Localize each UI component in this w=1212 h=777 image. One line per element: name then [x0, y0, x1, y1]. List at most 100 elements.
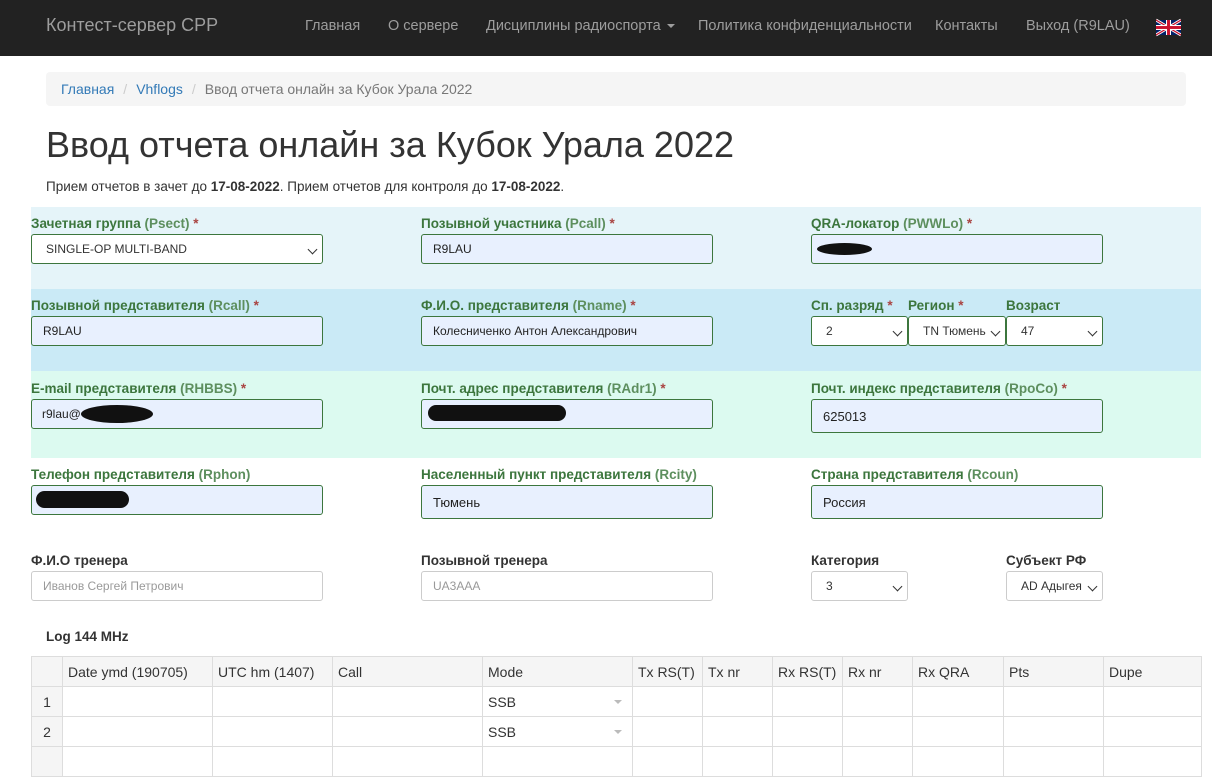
rx-rst-cell[interactable] — [772, 716, 843, 747]
select-value: SINGLE-OP MULTI-BAND — [46, 242, 187, 256]
col-header: Dupe — [1103, 656, 1202, 687]
label-text: Позывной представителя — [31, 298, 209, 313]
rcoun-input[interactable]: Россия — [811, 485, 1103, 519]
date-cell[interactable] — [62, 716, 213, 747]
brand-link[interactable]: Контест-сервер СРР — [46, 15, 218, 36]
label-text: QRA-локатор — [811, 216, 904, 231]
nav-logout[interactable]: Выход (R9LAU) — [1026, 18, 1130, 34]
rx-nr-cell[interactable] — [842, 746, 913, 777]
row-number: 1 — [31, 686, 63, 717]
rcall-input[interactable]: R9LAU — [31, 316, 323, 346]
label-text: Почт. адрес представителя — [421, 381, 608, 396]
tx-rst-cell[interactable] — [632, 686, 703, 717]
call-cell[interactable] — [332, 716, 483, 747]
tx-rst-cell[interactable] — [632, 746, 703, 777]
coach-call-input[interactable]: UA3AAA — [421, 571, 713, 601]
mode-cell[interactable]: SSB — [482, 716, 633, 747]
pts-cell[interactable] — [1003, 716, 1104, 747]
rname-input[interactable]: Колесниченко Антон Александрович — [421, 316, 713, 346]
chevron-down-icon — [892, 326, 903, 337]
rank-select[interactable]: 2 — [811, 316, 908, 346]
rx-nr-cell[interactable] — [842, 716, 913, 747]
utc-cell[interactable] — [212, 716, 333, 747]
category-select[interactable]: 3 — [811, 571, 908, 601]
select-value: TN Тюмень — [923, 324, 986, 338]
date-cell[interactable] — [62, 686, 213, 717]
col-header: Call — [332, 656, 483, 687]
tx-nr-cell[interactable] — [702, 716, 773, 747]
label-text: Телефон представителя — [31, 467, 199, 482]
pts-cell[interactable] — [1003, 686, 1104, 717]
breadcrumb-vhflogs[interactable]: Vhflogs — [136, 81, 183, 97]
label-text: E-mail представителя — [31, 381, 181, 396]
pcall-input[interactable]: R9LAU — [421, 234, 713, 264]
select-value: AD Адыгея — [1021, 579, 1082, 593]
breadcrumb-separator: / — [123, 81, 128, 97]
call-cell[interactable] — [332, 686, 483, 717]
utc-cell[interactable] — [212, 746, 333, 777]
log-title: Log 144 MHz — [46, 629, 129, 644]
nav-privacy[interactable]: Политика конфиденциальности — [698, 18, 912, 34]
age-label: Возраст — [1006, 298, 1061, 313]
nav-disciplines-dropdown[interactable]: Дисциплины радиоспорта — [486, 18, 675, 34]
category-label: Категория — [811, 553, 880, 568]
col-header: Rx RS(T) — [772, 656, 843, 687]
dupe-cell[interactable] — [1103, 686, 1202, 717]
utc-cell[interactable] — [212, 686, 333, 717]
rx-qra-cell[interactable] — [912, 686, 1004, 717]
mode-cell[interactable] — [482, 746, 633, 777]
age-select[interactable]: 47 — [1006, 316, 1103, 346]
uk-flag-icon[interactable] — [1156, 18, 1181, 37]
required-mark: * — [958, 298, 964, 313]
chevron-down-icon — [990, 326, 1001, 337]
radr1-label: Почт. адрес представителя (RAdr1) * — [421, 381, 666, 396]
field-code: (PWWLo) — [903, 216, 964, 231]
rank-label: Сп. разряд * — [811, 298, 893, 313]
rcity-input[interactable]: Тюмень — [421, 485, 713, 519]
region-label: Регион * — [908, 298, 964, 313]
rhbbs-input[interactable]: r9lau@ — [31, 399, 323, 429]
rx-nr-cell[interactable] — [842, 686, 913, 717]
tx-rst-cell[interactable] — [632, 716, 703, 747]
pcall-label: Позывной участника (Pcall) * — [421, 216, 615, 231]
tx-nr-cell[interactable] — [702, 746, 773, 777]
col-header: Tx nr — [702, 656, 773, 687]
breadcrumb-home[interactable]: Главная — [61, 81, 114, 97]
required-mark: * — [609, 216, 615, 231]
info-text: . Прием отчетов для контроля до — [279, 179, 492, 194]
nav-home[interactable]: Главная — [305, 18, 360, 34]
info-text: . — [560, 179, 565, 194]
breadcrumb: Главная / Vhflogs / Ввод отчета онлайн за Ку… — [46, 72, 1186, 106]
psect-select[interactable]: SINGLE-OP MULTI-BAND — [31, 234, 323, 264]
field-code: (Rphon) — [198, 467, 251, 482]
required-mark: * — [240, 381, 247, 396]
dupe-cell[interactable] — [1103, 746, 1202, 777]
dupe-cell[interactable] — [1103, 716, 1202, 747]
log-table: Date ymd (190705) UTC hm (1407) Call Mod… — [31, 656, 1202, 777]
field-code: (Rcity) — [654, 467, 697, 482]
page-title: Ввод отчета онлайн за Кубок Урала 2022 — [46, 124, 735, 165]
rcall-label: Позывной представителя (Rcall) * — [31, 298, 259, 313]
pts-cell[interactable] — [1003, 746, 1104, 777]
region-select[interactable]: TN Тюмень — [908, 316, 1006, 346]
field-code: (Rcoun) — [967, 467, 1019, 482]
call-cell[interactable] — [332, 746, 483, 777]
coach-name-input[interactable]: Иванов Сергей Петрович — [31, 571, 323, 601]
rx-qra-cell[interactable] — [912, 716, 1004, 747]
mode-cell[interactable]: SSB — [482, 686, 633, 717]
rx-qra-cell[interactable] — [912, 746, 1004, 777]
nav-contacts[interactable]: Контакты — [935, 18, 998, 34]
chevron-down-icon — [307, 244, 318, 255]
row-number-header — [31, 656, 63, 687]
rx-rst-cell[interactable] — [772, 746, 843, 777]
rpoco-input[interactable]: 625013 — [811, 399, 1103, 433]
tx-nr-cell[interactable] — [702, 686, 773, 717]
date-cell[interactable] — [62, 746, 213, 777]
rx-rst-cell[interactable] — [772, 686, 843, 717]
chevron-down-icon — [892, 581, 903, 592]
nav-about[interactable]: О сервере — [388, 18, 458, 34]
select-value: 2 — [826, 324, 833, 338]
subject-select[interactable]: AD Адыгея — [1006, 571, 1103, 601]
required-mark: * — [966, 216, 973, 231]
table-row: 2 SSB — [31, 716, 1202, 747]
